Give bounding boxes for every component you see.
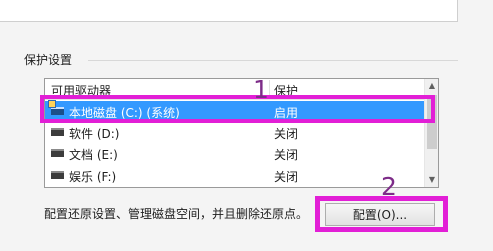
drive-icon [51,149,64,157]
group-divider [88,60,458,61]
drive-protection-status: 关闭 [274,127,299,141]
restore-settings-description: 配置还原设置、管理磁盘空间，并且删除还原点。 [44,207,309,221]
drive-icon [51,128,64,136]
drive-name: 娱乐 (F:) [69,170,117,184]
drive-row-d[interactable]: 软件 (D:) 关闭 [45,122,424,142]
drive-protection-status: 关闭 [274,170,299,184]
drive-name: 软件 (D:) [69,127,120,141]
protection-settings-title: 保护设置 [22,53,77,67]
drive-row-f[interactable]: 娱乐 (F:) 关闭 [45,165,424,185]
drive-name: 文档 (E:) [69,148,118,162]
drive-icon [51,171,64,179]
step-number-2: 2 [381,172,397,201]
step-number-1: 1 [253,75,269,104]
drive-protection-status: 关闭 [274,148,299,162]
highlight-box-drive-row [40,95,435,123]
drive-row-e[interactable]: 文档 (E:) 关闭 [45,143,424,163]
highlight-box-configure-button [315,196,448,232]
scroll-down-arrow-icon[interactable]: ▼ [425,173,438,187]
scroll-up-arrow-icon[interactable]: ▲ [425,79,438,93]
upper-panel-edge [0,0,458,22]
